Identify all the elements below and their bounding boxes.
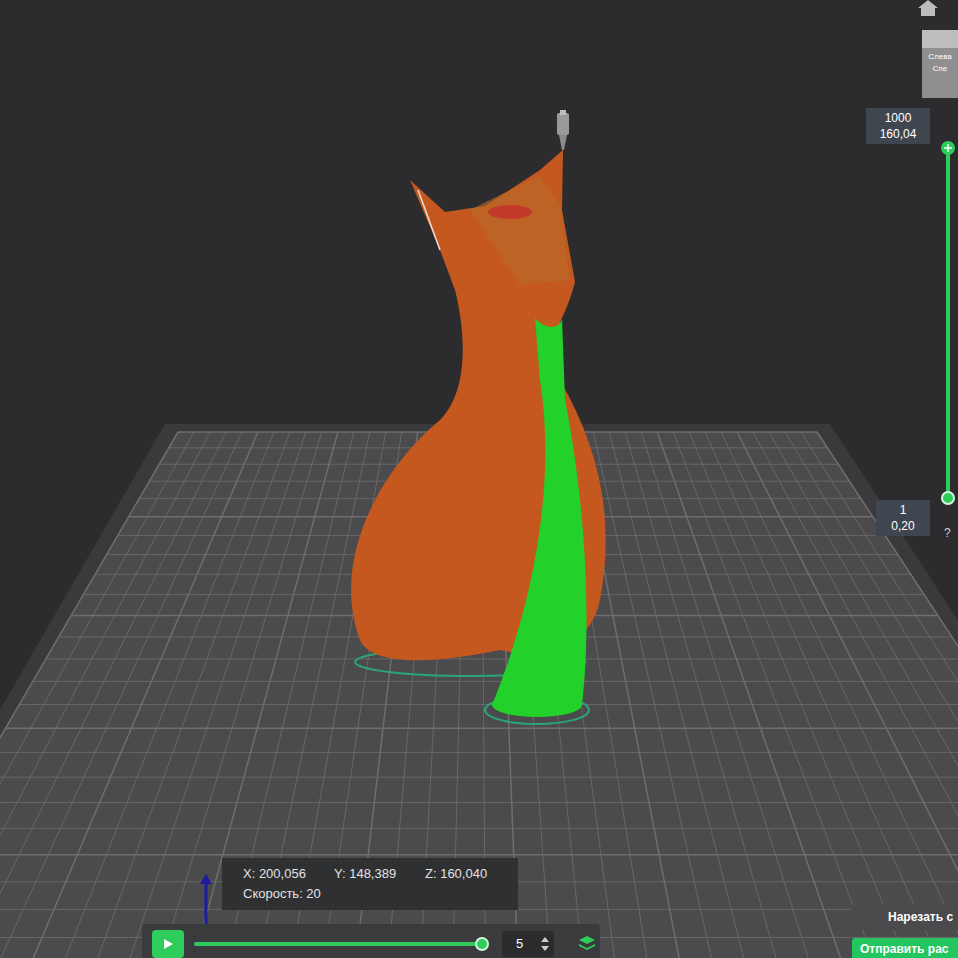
view-cube[interactable]: Слева Спе (922, 30, 958, 98)
play-button[interactable] (152, 930, 184, 958)
layer-top-handle[interactable] (941, 141, 955, 155)
view-cube-label[interactable]: Спе (933, 64, 948, 74)
scene[interactable] (0, 0, 958, 958)
button-label: Отправить рас (860, 940, 948, 958)
layers-icon[interactable] (578, 935, 596, 953)
spinner-icon[interactable] (540, 936, 550, 952)
viewport[interactable]: Слева Спе 1000 160,04 1 0,20 ? X: 200,05… (0, 0, 958, 958)
layer-slider-fill (946, 148, 950, 498)
help-button[interactable]: ? (944, 524, 951, 542)
layer-bottom-handle[interactable] (941, 491, 955, 505)
button-label: Нарезать с (888, 908, 953, 926)
playback-track[interactable] (194, 942, 482, 946)
send-button[interactable]: Отправить рас (852, 938, 958, 958)
action-buttons: Нарезать с Отправить рас (852, 904, 958, 958)
playback-bar: 5 (142, 924, 600, 958)
playback-fill (194, 942, 482, 946)
nozzle-icon (557, 110, 569, 150)
slice-button[interactable]: Нарезать с (852, 904, 958, 930)
z-axis-icon (198, 874, 214, 924)
support-structure (492, 318, 587, 705)
home-icon[interactable] (918, 0, 938, 16)
layer-top-label: 1000 160,04 (866, 108, 930, 144)
position-info: X: 200,056 Y: 148,389 Z: 160,040 Скорост… (222, 858, 518, 910)
view-cube-label[interactable]: Слева (928, 52, 952, 62)
playback-handle[interactable] (475, 937, 489, 951)
speed-field[interactable]: 5 (502, 931, 554, 957)
layer-slider-track[interactable] (946, 148, 950, 498)
layer-bottom-label: 1 0,20 (876, 500, 930, 536)
plus-icon (944, 144, 952, 152)
play-icon (162, 938, 174, 950)
